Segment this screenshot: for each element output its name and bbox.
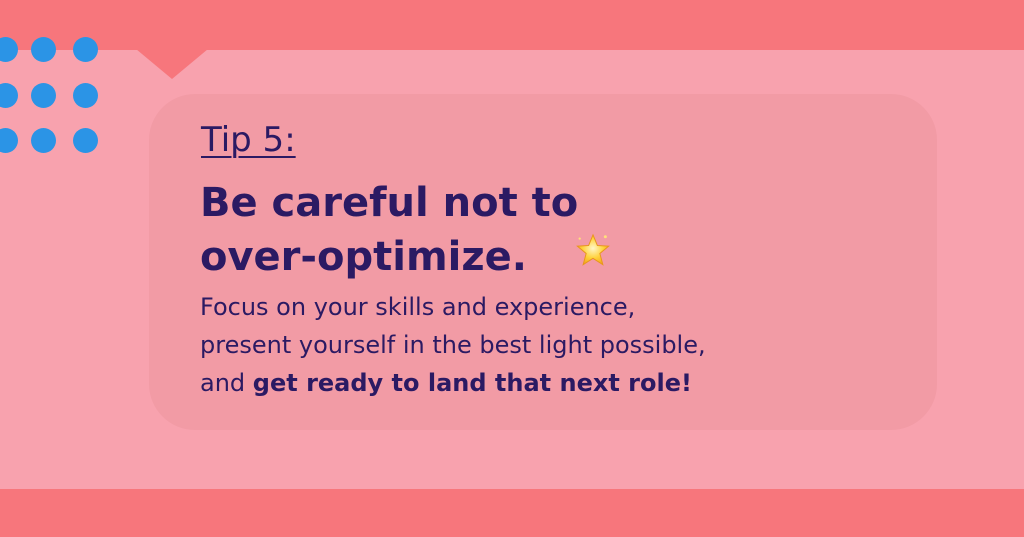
dot xyxy=(31,83,56,108)
tip-body: Focus on your skills and experience, pre… xyxy=(200,288,900,402)
body-line-3-emphasis: get ready to land that next role! xyxy=(252,369,692,397)
dot xyxy=(73,83,98,108)
star-emoji-icon xyxy=(576,233,610,266)
dot xyxy=(0,37,18,62)
dot xyxy=(31,128,56,153)
dot xyxy=(0,128,18,153)
headline-line-1: Be careful not to xyxy=(200,180,579,226)
tip-label: Tip 5: xyxy=(201,120,296,160)
bottom-band xyxy=(0,489,1024,537)
dot xyxy=(73,37,98,62)
dot xyxy=(0,83,18,108)
body-line-3-prefix: and xyxy=(200,369,253,397)
dot xyxy=(73,128,98,153)
body-line-3: and get ready to land that next role! xyxy=(200,364,900,402)
dot xyxy=(31,37,56,62)
top-band xyxy=(0,0,1024,50)
body-line-2: present yourself in the best light possi… xyxy=(200,331,706,359)
speech-notch xyxy=(136,49,208,79)
body-line-1: Focus on your skills and experience, xyxy=(200,293,636,321)
